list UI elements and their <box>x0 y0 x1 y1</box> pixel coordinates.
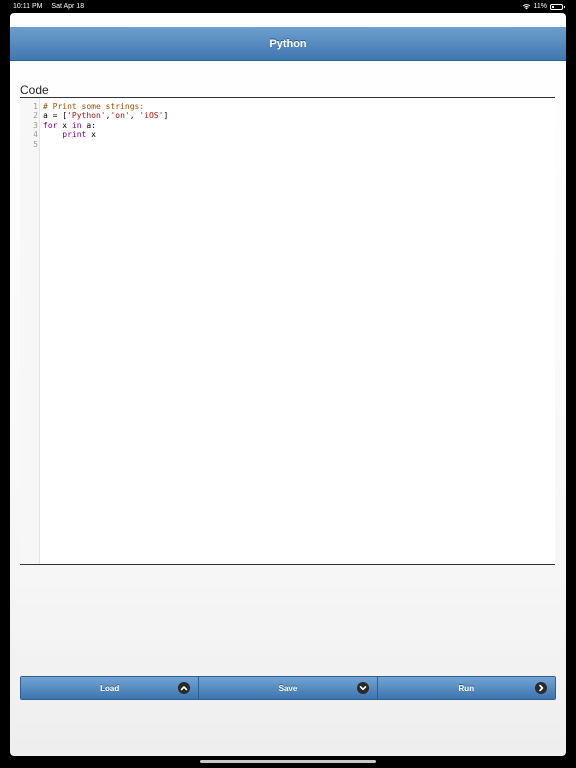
run-button[interactable]: Run <box>377 677 555 699</box>
line-number: 4 <box>33 130 38 140</box>
load-button[interactable]: Load <box>21 677 200 699</box>
code-token: a = [ <box>43 111 68 121</box>
line-number: 2 <box>33 111 38 121</box>
bottom-toolbar: Load Save Run <box>20 676 556 700</box>
save-button[interactable]: Save <box>199 677 378 699</box>
code-token: x <box>57 120 72 130</box>
line-number: 3 <box>33 120 38 130</box>
code-text-area[interactable]: # Print some strings: a = ['Python','on',… <box>43 102 555 149</box>
code-line: print x <box>43 130 555 139</box>
battery-icon <box>550 3 565 10</box>
line-number: 5 <box>33 139 38 149</box>
chevron-right-icon <box>534 682 547 694</box>
home-indicator[interactable] <box>200 760 376 763</box>
code-token: , <box>129 111 140 121</box>
code-label: Code <box>20 83 49 97</box>
code-token: 'on' <box>110 111 130 121</box>
code-line: a = ['Python','on', 'iOS'] <box>43 111 555 120</box>
code-token: 'iOS' <box>139 111 164 121</box>
code-token: a: <box>81 120 96 130</box>
code-token: print <box>62 130 87 140</box>
code-editor[interactable]: 12345 # Print some strings: a = ['Python'… <box>20 97 555 565</box>
nav-header: Python <box>10 27 566 61</box>
line-number: 1 <box>33 102 38 111</box>
status-right: 11% <box>522 0 565 13</box>
status-left: 10:11 PM Sat Apr 18 <box>13 0 84 13</box>
code-token: ] <box>163 111 169 121</box>
code-token: 'Python' <box>67 111 106 121</box>
chevron-up-icon <box>178 682 191 694</box>
wifi-icon <box>522 4 530 10</box>
chevron-down-icon <box>356 682 369 694</box>
code-line: # Print some strings: <box>43 102 555 111</box>
app-window: Python Code 12345 # Print some strings: a… <box>10 13 566 756</box>
code-token: x <box>86 130 96 140</box>
code-line: for x in a: <box>43 121 555 130</box>
load-button-label: Load <box>100 683 120 693</box>
line-gutter: 12345 <box>20 98 40 564</box>
run-button-label: Run <box>458 683 475 693</box>
code-token: in <box>71 120 82 130</box>
battery-percent: 11% <box>533 3 548 10</box>
page-title: Python <box>269 37 307 50</box>
code-token: for <box>43 120 58 130</box>
save-button-label: Save <box>278 683 298 693</box>
status-time: 10:11 PM <box>13 3 43 10</box>
line-numbers: 12345 <box>20 102 38 149</box>
code-token: # Print some strings: <box>43 102 145 111</box>
status-bar: 10:11 PM Sat Apr 18 11% <box>0 0 576 13</box>
status-date: Sat Apr 18 <box>51 3 85 10</box>
